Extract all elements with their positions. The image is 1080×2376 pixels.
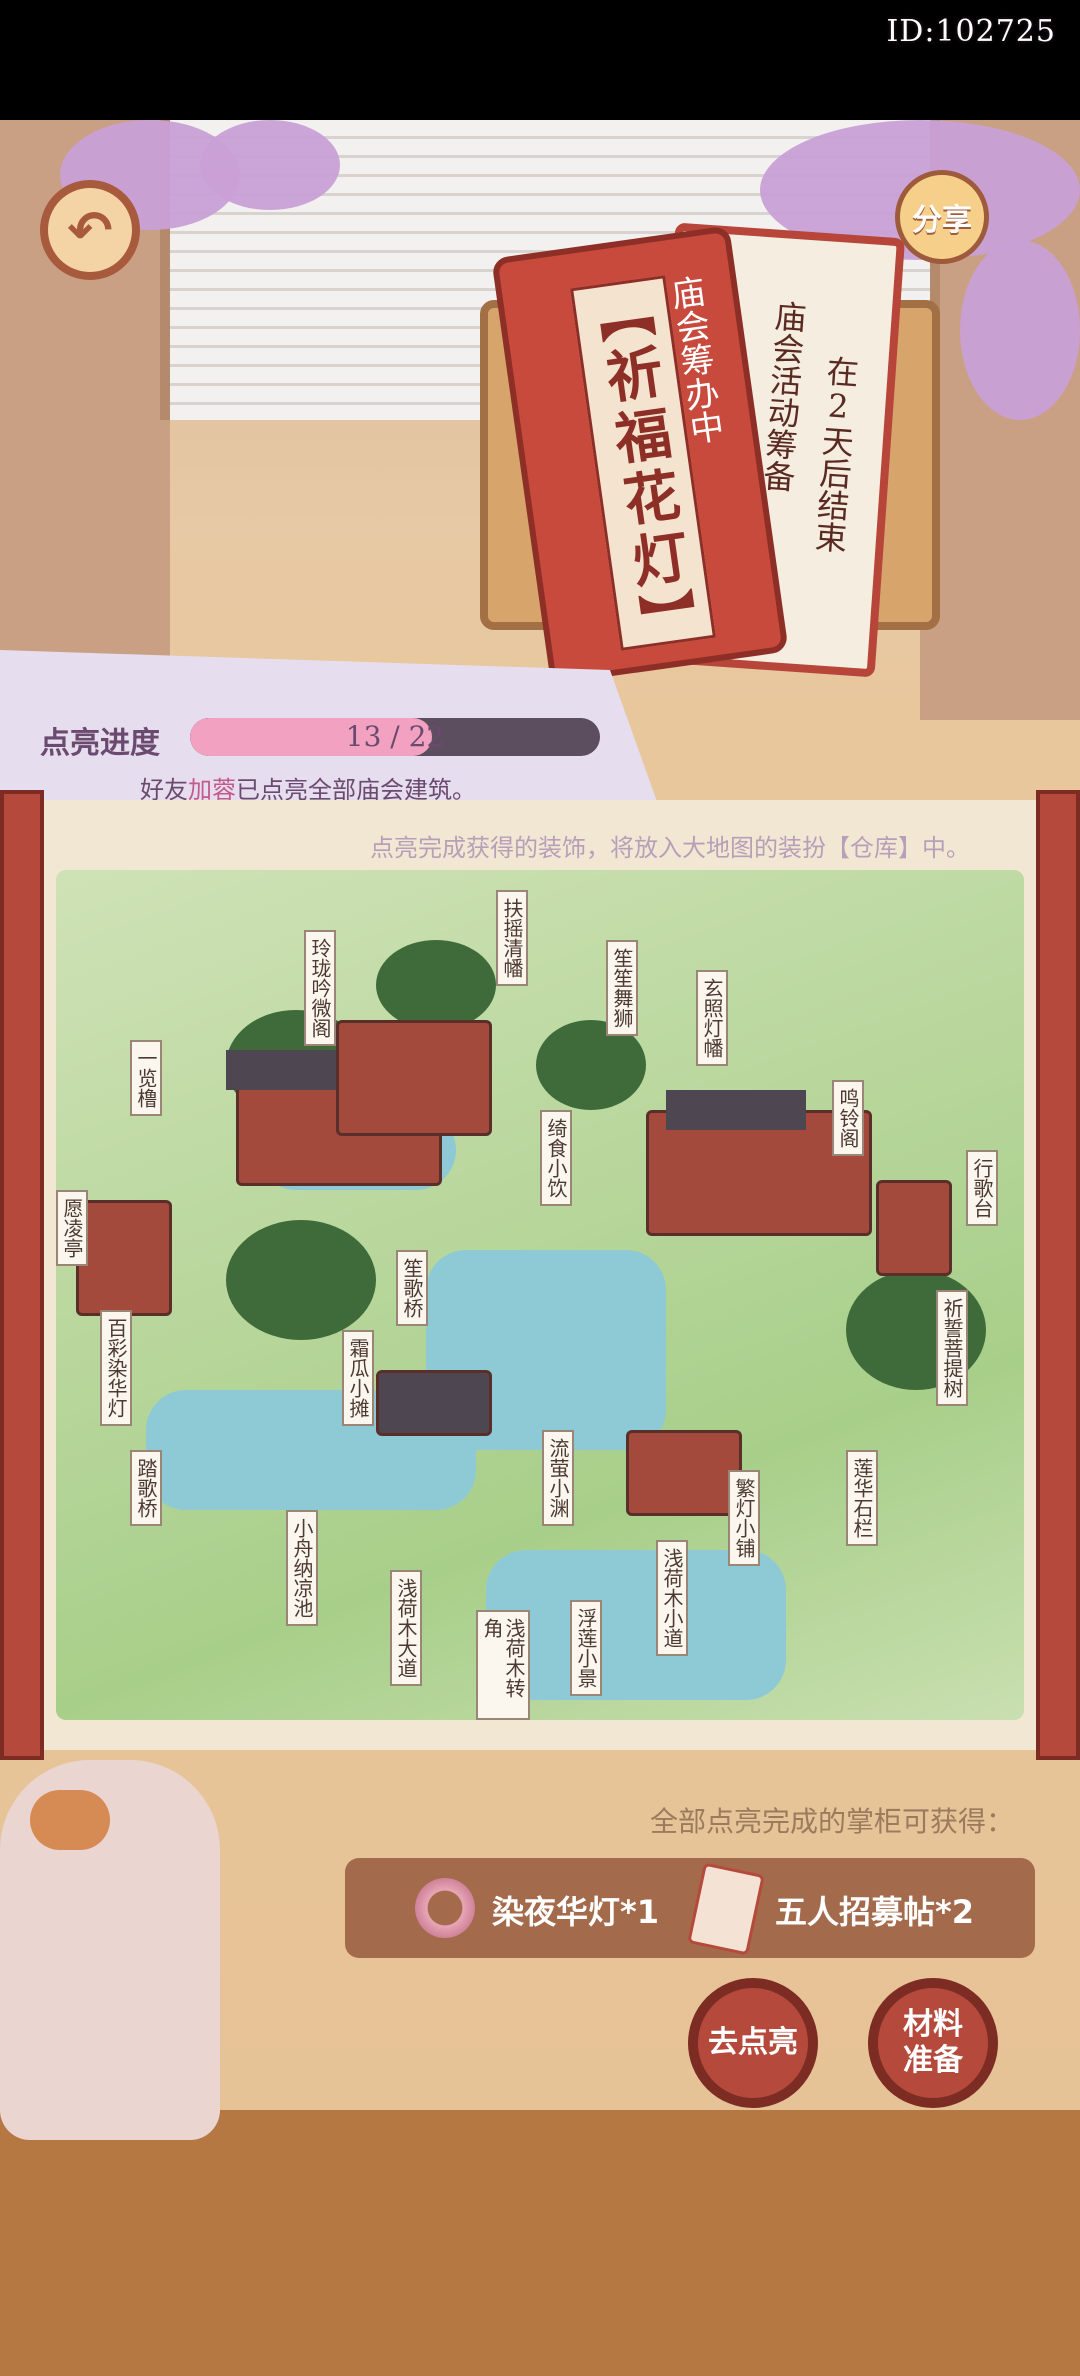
building-roof [666,1090,806,1130]
map-label[interactable]: 玄照灯幡 [696,970,728,1066]
map-label[interactable]: 愿凌亭 [56,1190,88,1266]
reward-label: 染夜华灯*1 [492,1893,660,1931]
map-label[interactable]: 浅荷木转角 [476,1610,530,1720]
back-arrow-icon: ↶ [67,198,113,262]
player-id: ID:102725 [886,14,1056,49]
building[interactable] [76,1200,172,1316]
progress-text: 13 / 22 [345,720,445,753]
materials-button[interactable]: 材料准备 [868,1978,998,2108]
map-label[interactable]: 笙笙舞狮 [606,940,638,1036]
building[interactable] [626,1430,742,1516]
scroll-hint: 点亮完成获得的装饰，将放入大地图的装扮【仓库】中。 [370,834,970,862]
back-button[interactable]: ↶ [40,180,140,280]
desk [0,2110,1080,2376]
scroll-roller-right [1036,790,1080,1760]
share-button[interactable]: 分享 [895,170,989,264]
map-label[interactable]: 踏歌桥 [130,1450,162,1526]
map-label[interactable]: 莲华石栏 [846,1450,878,1546]
map-label[interactable]: 玲珑吟微阁 [304,930,336,1046]
map-label[interactable]: 扶摇清幡 [496,890,528,986]
progress-label: 点亮进度 [40,726,160,761]
tree [226,1220,376,1340]
progress-bar: 13 / 22 [190,718,600,756]
map-label[interactable]: 祈誓菩提树 [936,1290,968,1406]
building[interactable] [876,1180,952,1276]
scroll-roller-left [0,790,44,1760]
lantern-wreath-icon[interactable] [415,1878,475,1938]
light-up-button[interactable]: 去点亮 [688,1978,818,2108]
map-label[interactable]: 繁灯小铺 [728,1470,760,1566]
materials-label: 材料准备 [903,2007,963,2078]
map-label[interactable]: 笙歌桥 [396,1250,428,1326]
map-label[interactable]: 百彩染华灯 [100,1310,132,1426]
reward-label: 五人招募帖*2 [775,1893,975,1931]
building[interactable] [376,1370,492,1436]
map-label[interactable]: 小舟纳凉池 [286,1510,318,1626]
flower-decoration [200,120,340,210]
flower-decoration [960,240,1080,420]
map-label[interactable]: 霜瓜小摊 [342,1330,374,1426]
reward-title: 全部点亮完成的掌柜可获得： [650,1805,1015,1838]
map-label[interactable]: 浅荷木大道 [390,1570,422,1686]
building[interactable] [336,1020,492,1136]
cat-patch [30,1790,110,1850]
map-label[interactable]: 浅荷木小道 [656,1540,688,1656]
map-label[interactable]: 浮莲小景 [570,1600,602,1696]
map-label[interactable]: 行歌台 [966,1150,998,1226]
map-label[interactable]: 鸣铃阁 [832,1080,864,1156]
map-label[interactable]: 流萤小渊 [542,1430,574,1526]
map-label[interactable]: 绮食小饮 [540,1110,572,1206]
map-label[interactable]: 一览橹 [130,1040,162,1116]
tree [376,940,496,1030]
pond [486,1550,786,1700]
festival-map[interactable]: 扶摇清幡 玲珑吟微阁 笙笙舞狮 玄照灯幡 一览橹 鸣铃阁 绮食小饮 行歌台 愿凌… [56,870,1024,1720]
